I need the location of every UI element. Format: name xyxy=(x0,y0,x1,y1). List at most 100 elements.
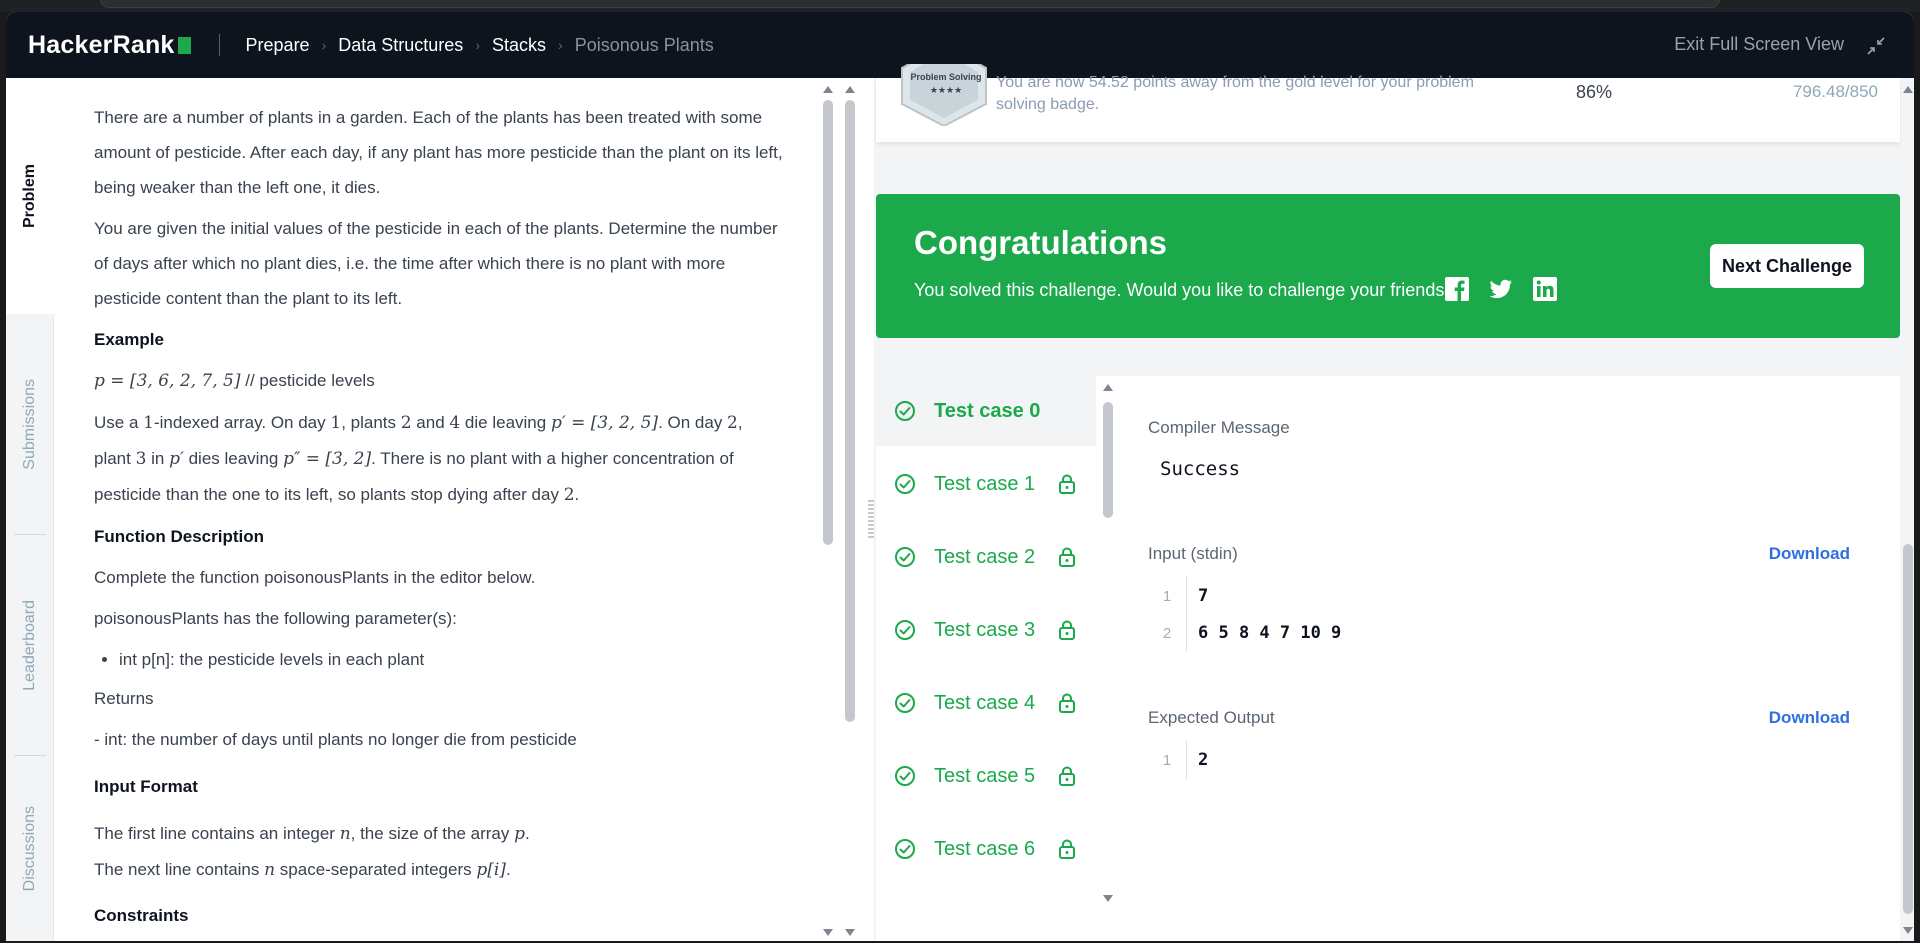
example-explanation: Use a 1-indexed array. On day 1, plants … xyxy=(94,405,784,513)
test-case-item[interactable]: Test case 5 xyxy=(876,741,1096,811)
scroll-down-arrow-icon[interactable] xyxy=(822,928,834,938)
input-format-line-2: The next line contains n space-separated… xyxy=(94,852,784,888)
collapse-fullscreen-icon[interactable] xyxy=(1866,36,1886,56)
test-case-item[interactable]: Test case 1 xyxy=(876,449,1096,519)
twitter-icon[interactable] xyxy=(1488,276,1514,302)
tab-leaderboard[interactable]: Leaderboard xyxy=(6,535,54,755)
scroll-down-arrow-icon[interactable] xyxy=(1902,926,1914,936)
example-heading: Example xyxy=(94,330,164,349)
lock-icon xyxy=(1059,547,1075,567)
returns-label: Returns xyxy=(94,689,154,708)
lock-icon xyxy=(1059,839,1075,859)
test-case-item[interactable]: Test case 3 xyxy=(876,595,1096,665)
problem-statement-panel: There are a number of plants in a garden… xyxy=(54,78,834,941)
test-case-label: Test case 1 xyxy=(934,472,1036,495)
linkedin-icon[interactable] xyxy=(1532,276,1558,302)
test-case-label: Test case 0 xyxy=(934,399,1041,422)
badge-progress-text: You are now 54.52 points away from the g… xyxy=(996,74,1474,113)
code-line: 2 6 5 8 4 7 10 9 xyxy=(1148,615,1341,651)
hackerrank-logo[interactable]: HackerRank xyxy=(28,31,191,60)
expected-output-label: Expected Output xyxy=(1148,708,1275,727)
logo-text: HackerRank xyxy=(28,30,175,59)
math-segment: n xyxy=(339,824,351,844)
math-segment: 4 xyxy=(449,413,461,433)
header-divider xyxy=(218,34,220,56)
function-description-text: Complete the function poisonousPlants in… xyxy=(94,568,536,587)
math-segment: 3 xyxy=(135,449,147,469)
results-scrollbar-thumb[interactable] xyxy=(1903,544,1913,914)
returns-text: - int: the number of days until plants n… xyxy=(94,730,577,749)
math-segment: 2 xyxy=(400,413,412,433)
congrats-text: You solved this challenge. Would you lik… xyxy=(914,280,1455,300)
browser-address-bar[interactable] xyxy=(100,0,1720,8)
math-segment: 1 xyxy=(330,413,342,433)
progress-percent: 86% xyxy=(1576,82,1613,102)
scroll-up-arrow-icon[interactable] xyxy=(1902,84,1914,94)
breadcrumb-current-challenge: Poisonous Plants xyxy=(574,34,714,55)
test-case-details: Compiler Message Success Input (stdin) D… xyxy=(1116,376,1900,941)
problem-intro: There are a number of plants in a garden… xyxy=(94,108,783,197)
browser-chrome xyxy=(0,0,1920,12)
scroll-up-arrow-icon[interactable] xyxy=(1102,382,1114,392)
test-case-label: Test case 5 xyxy=(934,764,1036,787)
line-number: 2 xyxy=(1162,624,1172,642)
breadcrumb-stacks[interactable]: Stacks xyxy=(492,35,546,56)
next-challenge-button[interactable]: Next Challenge xyxy=(1710,244,1864,288)
tab-submissions-label: Submissions xyxy=(21,378,38,470)
problem-scrollbar-thumb[interactable] xyxy=(823,100,833,545)
function-description-heading: Function Description xyxy=(94,527,264,546)
scroll-up-arrow-icon[interactable] xyxy=(844,84,856,94)
check-circle-icon xyxy=(895,547,915,567)
test-list-scrollbar-thumb[interactable] xyxy=(1103,402,1113,518)
logo-mark-icon xyxy=(177,36,191,54)
math-segment: n xyxy=(264,860,276,880)
chevron-right-icon: › xyxy=(475,37,480,53)
math-segment: p′ = [3, 2, 5] xyxy=(550,413,659,433)
badge-stars: ★★★★ xyxy=(929,85,963,95)
score-text: 796.48/850 xyxy=(1792,82,1878,101)
breadcrumb-data-structures[interactable]: Data Structures xyxy=(338,35,463,56)
tab-submissions[interactable]: Submissions xyxy=(6,314,54,534)
breadcrumb-prepare[interactable]: Prepare xyxy=(246,35,310,56)
text-segment: The next line contains xyxy=(94,860,265,879)
math-segment: p xyxy=(514,824,525,844)
test-case-item[interactable]: Test case 2 xyxy=(876,522,1096,592)
math-segment: 2 xyxy=(563,485,575,505)
breadcrumb: Prepare › Data Structures › Stacks › Poi… xyxy=(246,35,714,56)
results-pane-scrollbar[interactable] xyxy=(1901,78,1914,941)
code-text: 7 xyxy=(1198,586,1209,606)
parameters-text: poisonousPlants has the following parame… xyxy=(94,609,457,628)
vertical-tab-bar: Problem Submissions Leaderboard Discussi… xyxy=(6,78,54,941)
lock-icon xyxy=(1059,474,1075,494)
download-input-link[interactable]: Download xyxy=(1769,544,1850,564)
lock-icon xyxy=(1059,766,1075,786)
text-segment: . xyxy=(525,824,530,843)
tab-discussions[interactable]: Discussions xyxy=(6,756,54,941)
example-array: p = [3, 6, 2, 7, 5] // pesticide levels xyxy=(94,363,784,399)
compiler-message-value: Success xyxy=(1160,458,1241,480)
exit-full-screen-link[interactable]: Exit Full Screen View xyxy=(1674,34,1844,55)
results-pane: Problem Solving ★★★★ You are now 54.52 p… xyxy=(874,64,1914,941)
congratulations-banner: Congratulations You solved this challeng… xyxy=(876,194,1900,338)
test-case-item[interactable]: Test case 4 xyxy=(876,668,1096,738)
scroll-down-arrow-icon[interactable] xyxy=(844,928,856,938)
test-case-item[interactable]: Test case 6 xyxy=(876,814,1096,884)
input-stdin-label: Input (stdin) xyxy=(1148,544,1238,563)
text-segment: Use a xyxy=(94,413,144,432)
lock-icon xyxy=(1059,620,1075,640)
download-expected-link[interactable]: Download xyxy=(1769,708,1850,728)
facebook-icon[interactable] xyxy=(1444,276,1470,302)
math-segment: p′ xyxy=(169,449,184,469)
text-segment: and xyxy=(411,413,450,432)
tab-problem-label: Problem xyxy=(21,163,38,228)
text-segment: . xyxy=(505,860,511,879)
text-segment: , plants xyxy=(341,413,401,432)
lock-icon xyxy=(1059,693,1075,713)
test-case-item[interactable]: Test case 0 xyxy=(876,376,1096,446)
compiler-message-label: Compiler Message xyxy=(1148,418,1290,437)
scroll-up-arrow-icon[interactable] xyxy=(822,84,834,94)
scroll-down-arrow-icon[interactable] xyxy=(1102,894,1114,904)
tab-problem[interactable]: Problem xyxy=(6,78,54,314)
outer-scrollbar-thumb[interactable] xyxy=(845,100,855,722)
text-segment: in xyxy=(146,449,170,468)
